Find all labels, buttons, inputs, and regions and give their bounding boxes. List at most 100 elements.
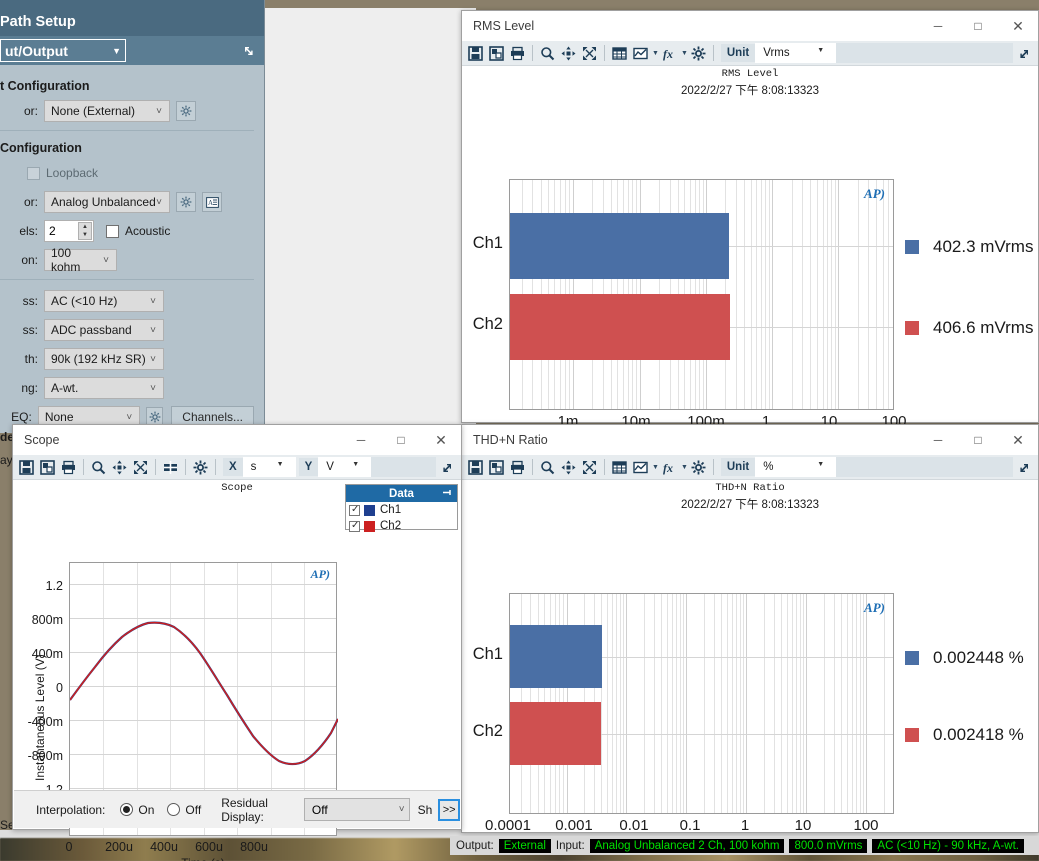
thd-category-ch2: Ch2 — [472, 722, 503, 740]
status-input-filter[interactable]: AC (<10 Hz) - 90 kHz, A-wt. — [872, 838, 1024, 853]
input-config-section-title: Configuration — [0, 141, 82, 155]
status-output-value[interactable]: External — [498, 838, 551, 853]
output-settings-gear-icon[interactable] — [176, 101, 196, 121]
input-label-card-icon[interactable]: A — [202, 192, 222, 212]
input-connector-dropdown[interactable]: Analog Unbalanced ˅ — [44, 191, 170, 213]
rms-unit-dropdown-caret-icon[interactable]: ▼ — [813, 43, 837, 63]
thd-unit-dropdown-caret-icon[interactable]: ▼ — [813, 457, 837, 477]
stepper-arrows-icon[interactable]: ▲ ▼ — [78, 222, 92, 240]
loopback-checkbox[interactable]: Loopback — [27, 166, 98, 180]
scope-xtick-3: 600u — [195, 840, 223, 854]
chevron-down-icon: ˅ — [126, 411, 133, 423]
highpass-dropdown[interactable]: AC (<10 Hz) ˅ — [44, 290, 164, 312]
panel-expand-icon[interactable] — [238, 40, 259, 61]
rms-detach-icon[interactable] — [1013, 47, 1035, 60]
minimize-icon[interactable]: ─ — [918, 425, 958, 455]
function-icon[interactable]: fx — [660, 44, 679, 63]
function-dropdown-caret-icon[interactable]: ▼ — [681, 464, 688, 471]
thd-chart-title: THD+N Ratio — [715, 482, 785, 494]
maximize-icon[interactable]: □ — [958, 11, 998, 41]
toolbar-separator-4 — [215, 459, 216, 475]
maximize-icon[interactable]: □ — [381, 425, 421, 455]
scope-x-unit[interactable]: s — [242, 457, 273, 477]
function-icon[interactable]: fx — [660, 458, 679, 477]
weighting-dropdown[interactable]: A-wt. ˅ — [44, 377, 164, 399]
scope-detach-icon[interactable] — [436, 461, 458, 474]
ch2-checkbox[interactable] — [349, 520, 360, 532]
print-icon[interactable] — [59, 458, 78, 477]
gear-icon[interactable] — [689, 458, 708, 477]
output-connector-dropdown[interactable]: None (External) ˅ — [44, 100, 170, 122]
print-icon[interactable] — [508, 44, 527, 63]
data-item-ch2[interactable]: Ch2 — [346, 518, 457, 534]
termination-dropdown[interactable]: 100 kohm ˅ — [44, 246, 117, 274]
thd-unit-value[interactable]: % — [755, 457, 814, 477]
pan-icon[interactable] — [559, 458, 578, 477]
scope-window: Scope ─ □ ✕ X s ▼ Y V ▼ Scope AP) 1.2 80… — [12, 424, 462, 861]
print-icon[interactable] — [508, 458, 527, 477]
table-icon[interactable] — [610, 44, 629, 63]
residual-display-dropdown[interactable]: Off ˅ — [303, 798, 410, 821]
maximize-icon[interactable]: □ — [958, 425, 998, 455]
input-settings-gear-icon[interactable] — [176, 192, 196, 212]
acoustic-checkbox[interactable]: Acoustic — [106, 224, 170, 238]
save-icon[interactable] — [466, 44, 485, 63]
channels-stepper[interactable]: 2 ▲ ▼ — [44, 220, 94, 242]
gear-icon[interactable] — [191, 458, 210, 477]
loopback-row: Loopback — [0, 162, 254, 184]
zoom-icon[interactable] — [538, 44, 557, 63]
crosshair-icon[interactable] — [161, 458, 180, 477]
table-icon[interactable] — [610, 458, 629, 477]
save-as-icon[interactable] — [487, 44, 506, 63]
toolbar-separator — [532, 459, 533, 475]
rms-value-ch1: 402.3 mVrms — [933, 237, 1034, 256]
minimize-icon[interactable]: ─ — [341, 425, 381, 455]
graph-icon[interactable] — [631, 44, 650, 63]
minimize-icon[interactable]: ─ — [918, 11, 958, 41]
zoom-icon[interactable] — [538, 458, 557, 477]
fit-icon[interactable] — [580, 44, 599, 63]
pin-icon[interactable] — [442, 487, 453, 501]
scope-y-dropdown-caret-icon[interactable]: ▼ — [348, 457, 372, 477]
interpolation-off-radio[interactable]: Off — [167, 803, 201, 817]
lowpass-dropdown[interactable]: ADC passband ˅ — [44, 319, 164, 341]
pan-icon[interactable] — [559, 44, 578, 63]
close-icon[interactable]: ✕ — [998, 11, 1038, 41]
bandwidth-label: th: — [24, 352, 38, 366]
signal-path-dropdown[interactable]: ut/Output ▼ — [0, 39, 126, 62]
scope-y-unit[interactable]: V — [318, 457, 349, 477]
function-dropdown-caret-icon[interactable]: ▼ — [681, 50, 688, 57]
chevron-down-icon: ˅ — [150, 295, 156, 307]
thd-xtick-6: 100 — [853, 817, 879, 834]
interpolation-on-radio[interactable]: On — [120, 803, 154, 817]
fit-icon[interactable] — [131, 458, 150, 477]
chevron-down-icon: ▼ — [112, 45, 121, 56]
bandwidth-dropdown[interactable]: 90k (192 kHz SR) ˅ — [44, 348, 164, 370]
zoom-icon[interactable] — [89, 458, 108, 477]
pan-icon[interactable] — [110, 458, 129, 477]
svg-text:fx: fx — [663, 47, 673, 61]
status-input-config[interactable]: Analog Unbalanced 2 Ch, 100 kohm — [589, 838, 785, 853]
rms-unit-value[interactable]: Vrms — [755, 43, 814, 63]
scope-yaxis-title: Instantaneous Level (V) — [33, 654, 47, 781]
status-input-level[interactable]: 800.0 mVrms — [789, 838, 868, 853]
graph-dropdown-caret-icon[interactable]: ▼ — [652, 464, 659, 471]
thd-detach-icon[interactable] — [1013, 461, 1035, 474]
graph-dropdown-caret-icon[interactable]: ▼ — [652, 50, 659, 57]
ch1-checkbox[interactable] — [349, 504, 360, 516]
close-icon[interactable]: ✕ — [998, 425, 1038, 455]
scope-x-dropdown-caret-icon[interactable]: ▼ — [272, 457, 296, 477]
data-item-ch1[interactable]: Ch1 — [346, 502, 457, 518]
save-as-icon[interactable] — [38, 458, 57, 477]
graph-icon[interactable] — [631, 458, 650, 477]
save-icon[interactable] — [466, 458, 485, 477]
fit-icon[interactable] — [580, 458, 599, 477]
save-as-icon[interactable] — [487, 458, 506, 477]
rms-window-title: RMS Level — [473, 19, 535, 33]
save-icon[interactable] — [17, 458, 36, 477]
residual-display-label: Residual Display: — [221, 795, 268, 824]
close-icon[interactable]: ✕ — [421, 425, 461, 455]
expand-button[interactable]: >> — [438, 798, 461, 821]
gear-icon[interactable] — [689, 44, 708, 63]
thd-xtick-0: 0.0001 — [485, 817, 531, 834]
